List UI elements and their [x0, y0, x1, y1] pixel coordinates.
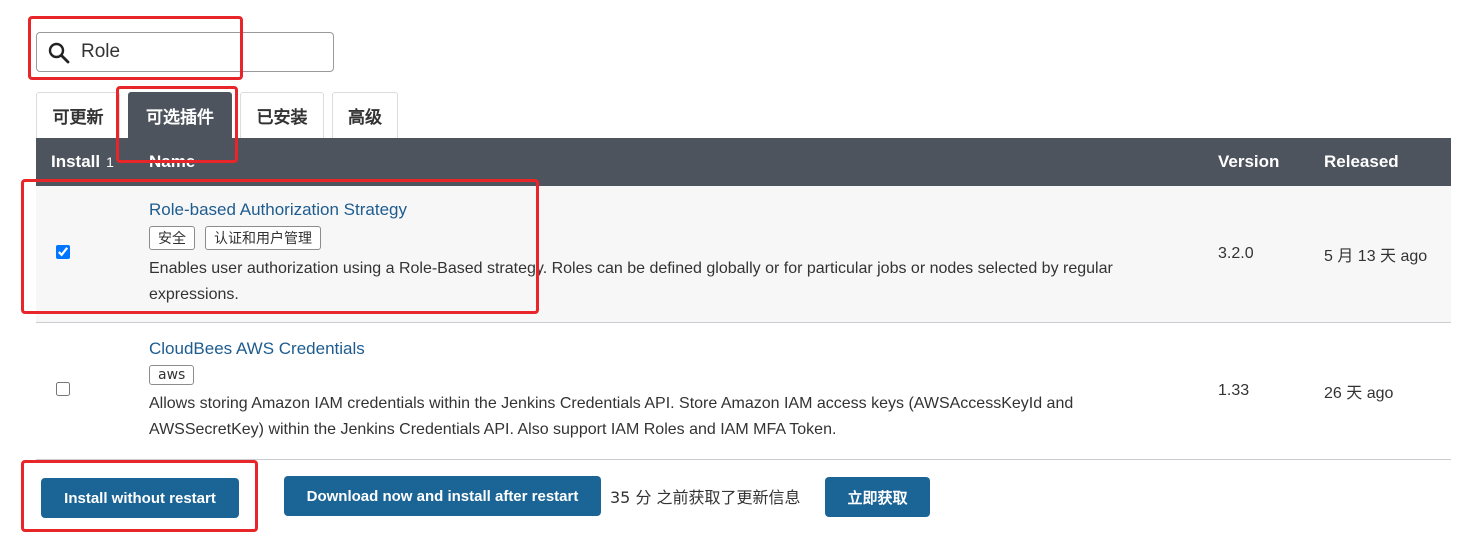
- plugin-info-cell: Role-based Authorization Strategy 安全 认证和…: [149, 186, 1218, 323]
- plugin-name-link[interactable]: CloudBees AWS Credentials: [149, 339, 1218, 359]
- plugin-tag[interactable]: 认证和用户管理: [205, 226, 321, 250]
- plugin-table: Install 1 Name Version Released Role-base…: [36, 138, 1451, 460]
- table-header-row: Install 1 Name Version Released: [36, 138, 1451, 186]
- install-checkbox[interactable]: [56, 244, 70, 259]
- install-count: 1: [106, 154, 114, 170]
- plugin-tags: 安全 认证和用户管理: [149, 226, 1218, 250]
- column-header-install[interactable]: Install 1: [36, 138, 149, 186]
- plugin-version: 3.2.0: [1218, 186, 1324, 323]
- fetch-now-button[interactable]: 立即获取: [825, 477, 930, 517]
- plugin-description: Allows storing Amazon IAM credentials wi…: [149, 395, 1074, 438]
- plugin-released: 5 月 13 天 ago: [1324, 186, 1451, 323]
- plugin-tag[interactable]: aws: [149, 365, 195, 385]
- plugin-tags: aws: [149, 365, 1218, 385]
- table-row: CloudBees AWS Credentials aws Allows sto…: [36, 322, 1451, 460]
- search-box[interactable]: [36, 32, 334, 72]
- search-icon: [48, 42, 70, 64]
- plugin-description: Enables user authorization using a Role-…: [149, 260, 1113, 303]
- table-row: Role-based Authorization Strategy 安全 认证和…: [36, 186, 1451, 323]
- tab-installed[interactable]: 已安装: [240, 92, 324, 138]
- search-input[interactable]: [81, 39, 321, 65]
- plugin-tag[interactable]: 安全: [149, 226, 195, 250]
- tab-updates[interactable]: 可更新: [36, 92, 120, 138]
- update-info-text: 35 分 之前获取了更新信息: [610, 488, 801, 507]
- download-install-after-restart-button[interactable]: Download now and install after restart: [284, 476, 601, 516]
- tab-advanced[interactable]: 高级: [332, 92, 398, 138]
- column-header-name[interactable]: Name: [149, 138, 1218, 186]
- install-cell: [36, 322, 149, 460]
- plugin-released: 26 天 ago: [1324, 322, 1451, 460]
- plugin-info-cell: CloudBees AWS Credentials aws Allows sto…: [149, 322, 1218, 460]
- tab-available[interactable]: 可选插件: [128, 92, 232, 138]
- install-cell: [36, 186, 149, 323]
- plugin-name-link[interactable]: Role-based Authorization Strategy: [149, 200, 1218, 220]
- plugin-version: 1.33: [1218, 322, 1324, 460]
- install-without-restart-button[interactable]: Install without restart: [41, 478, 239, 518]
- install-checkbox[interactable]: [56, 381, 70, 396]
- column-header-version[interactable]: Version: [1218, 138, 1324, 186]
- column-header-released[interactable]: Released: [1324, 138, 1451, 186]
